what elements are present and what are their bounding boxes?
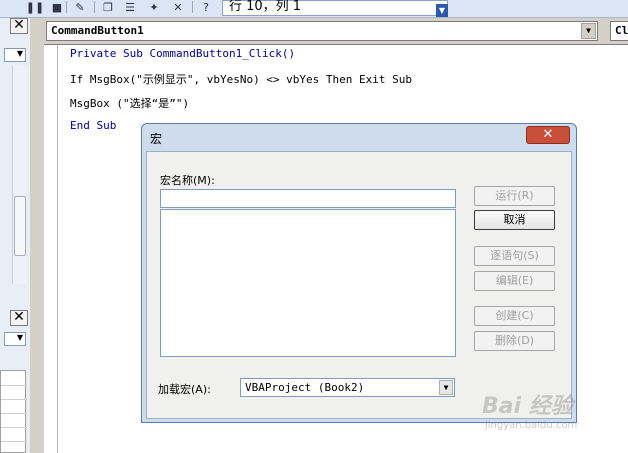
properties-grid[interactable] (0, 370, 27, 453)
close-icon[interactable]: ✕ (10, 18, 28, 34)
properties-icon[interactable]: ☰ (122, 0, 138, 14)
project-scrollbar[interactable] (12, 66, 26, 284)
macro-dialog: 宏 ✕ 宏名称(M): 运行(R) 取消 逐语句(S) 编辑(E) 创建(C) … (141, 123, 577, 423)
close-icon[interactable]: ✕ (526, 126, 570, 144)
design-mode-icon[interactable]: ✎ (72, 0, 88, 14)
close-icon[interactable]: ✕ (10, 310, 28, 326)
macro-list[interactable] (160, 209, 456, 357)
run-button[interactable]: 运行(R) (474, 186, 555, 206)
cursor-position: 行 10，列 1 (222, 0, 448, 16)
code-line[interactable]: Private Sub CommandButton1_Click() (70, 47, 295, 60)
chevron-down-icon[interactable]: ▼ (439, 380, 453, 395)
procedure-combo[interactable]: Cl (610, 21, 628, 41)
step-into-button[interactable]: 逐语句(S) (474, 246, 555, 266)
pause-icon[interactable]: ❚❚ (26, 0, 44, 14)
dialog-body: 宏名称(M): 运行(R) 取消 逐语句(S) 编辑(E) 创建(C) 删除(D… (146, 151, 572, 419)
watermark-logo: Bai 经验 (482, 394, 573, 419)
macros-in-select[interactable]: VBAProject (Book2) ▼ (240, 378, 455, 397)
macro-name-input[interactable] (160, 189, 456, 208)
stop-icon[interactable]: ■ (52, 0, 62, 14)
toolbar-options-icon[interactable]: ▼ (436, 4, 448, 17)
macro-name-label: 宏名称(M): (160, 174, 215, 187)
object-combo-value: CommandButton1 (51, 24, 144, 37)
macros-in-value: VBAProject (Book2) (245, 381, 365, 394)
delete-button[interactable]: 删除(D) (474, 331, 555, 351)
code-line[interactable]: MsgBox ("选择“是”") (70, 95, 189, 111)
code-window-header: CommandButton1 ▼ Cl (44, 18, 628, 44)
toolbox-icon[interactable]: ✕ (170, 0, 186, 14)
object-combo[interactable]: CommandButton1 ▼ (46, 21, 598, 41)
margin-indicator-bar[interactable] (44, 45, 58, 453)
code-line[interactable]: If MsgBox("示例显示", vbYesNo) <> vbYes Then… (70, 71, 412, 87)
project-explorer-icon[interactable]: ❐ (100, 0, 116, 14)
object-browser-icon[interactable]: ✦ (146, 0, 162, 14)
edit-button[interactable]: 编辑(E) (474, 271, 555, 291)
dialog-title: 宏 (150, 132, 163, 146)
help-icon[interactable]: ? (198, 0, 214, 14)
chevron-down-icon[interactable]: ▼ (581, 23, 596, 39)
scroll-thumb[interactable] (14, 196, 26, 256)
pane-dropdown-icon[interactable]: ▼ (4, 48, 26, 62)
cancel-button[interactable]: 取消 (474, 210, 555, 230)
macros-in-label: 加载宏(A): (158, 383, 211, 396)
procedure-combo-value: Cl (615, 24, 628, 37)
properties-object-dropdown-icon[interactable]: ▼ (4, 332, 26, 346)
watermark-url: jingyan.baidu.com (485, 420, 578, 431)
left-panes: ✕ ▼ ✕ ▼ (0, 18, 30, 453)
vbe-toolbar: ❚❚ ■ ✎ ❐ ☰ ✦ ✕ ? 行 10，列 1 ▼ (0, 0, 628, 18)
create-button[interactable]: 创建(C) (474, 306, 555, 326)
code-line[interactable]: End Sub (70, 119, 116, 132)
